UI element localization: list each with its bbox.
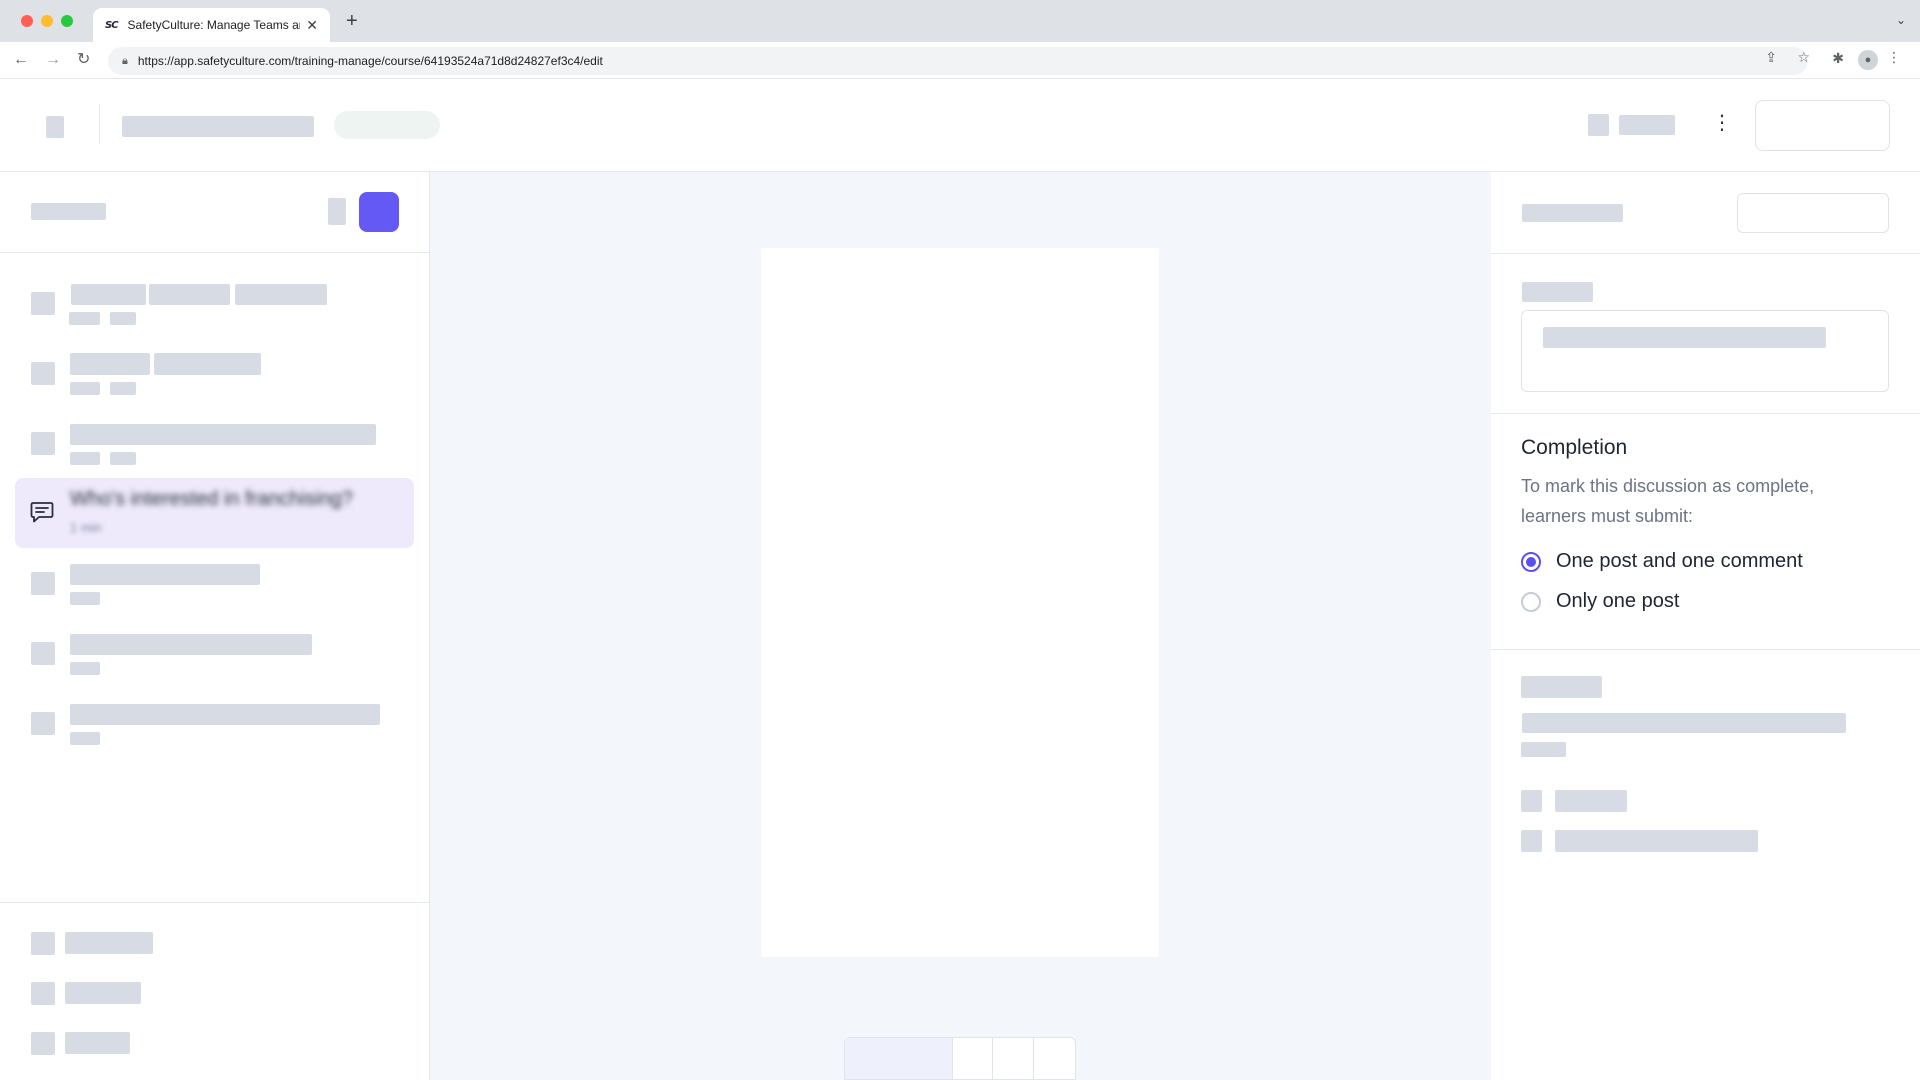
lock-icon[interactable]: 🔒︎	[122, 55, 128, 68]
settings-panel	[1491, 172, 1920, 1080]
publish-button[interactable]	[1755, 100, 1890, 151]
lesson-title-placeholder	[71, 284, 146, 305]
settings-divider	[1491, 649, 1920, 650]
more-options-kebab-icon[interactable]: ⋮	[1712, 109, 1732, 137]
footer-label-placeholder	[65, 1032, 130, 1054]
status-badge-placeholder	[334, 111, 440, 139]
footer-label-placeholder	[65, 932, 153, 954]
completion-option-one-post[interactable]: Only one post	[1521, 590, 1679, 613]
extensions-puzzle-icon[interactable]: ✱	[1832, 50, 1844, 67]
tab-close-icon[interactable]: ✕	[306, 17, 318, 34]
browser-tabstrip: SC SafetyCulture: Manage Teams and ... ✕…	[0, 0, 1920, 42]
lesson-meta-placeholder	[110, 452, 136, 465]
lesson-meta-placeholder	[70, 382, 100, 395]
lesson-meta-placeholder	[110, 382, 136, 395]
lesson-icon-placeholder	[31, 362, 55, 385]
radio-label: Only one post	[1556, 590, 1680, 612]
lesson-title-placeholder	[70, 634, 312, 655]
lesson-title-placeholder	[149, 284, 230, 305]
lesson-title-placeholder	[70, 704, 380, 725]
lesson-title-placeholder	[154, 353, 261, 375]
radio-label: One post and one comment	[1556, 550, 1803, 572]
settings-action-button[interactable]	[1737, 193, 1889, 233]
lesson-meta-placeholder	[69, 312, 100, 325]
settings-divider	[1491, 413, 1920, 414]
completion-option-post-and-comment[interactable]: One post and one comment	[1521, 550, 1803, 573]
lesson-icon-placeholder	[31, 642, 55, 665]
back-button-placeholder[interactable]	[46, 116, 64, 138]
checkbox-placeholder[interactable]	[1521, 830, 1542, 852]
profile-avatar-icon[interactable]: ●	[1858, 50, 1878, 70]
section-text-placeholder	[1521, 742, 1566, 757]
section-title-placeholder	[1521, 676, 1602, 698]
preview-label-placeholder[interactable]	[1619, 115, 1675, 135]
reload-icon[interactable]: ↻	[77, 50, 90, 70]
share-icon[interactable]: ⇪	[1765, 49, 1777, 66]
selected-item-duration: 1 min	[70, 520, 102, 535]
footer-icon-placeholder	[31, 932, 55, 955]
lesson-preview-card	[761, 248, 1159, 957]
address-url[interactable]: https://app.safetyculture.com/training-m…	[138, 54, 603, 68]
browser-tab-active[interactable]: SC SafetyCulture: Manage Teams and ... ✕	[93, 8, 330, 42]
browser-toolbar: ← → ↻ 🔒︎ https://app.safetyculture.com/t…	[0, 42, 1920, 79]
lesson-icon-placeholder	[31, 572, 55, 595]
outline-title-placeholder	[31, 203, 106, 220]
header-divider	[99, 104, 100, 144]
outline-menu-placeholder[interactable]	[328, 198, 346, 225]
forward-arrow-icon[interactable]: →	[45, 50, 61, 70]
field-label-placeholder	[1522, 282, 1593, 302]
lesson-icon-placeholder	[31, 432, 55, 455]
back-arrow-icon[interactable]: ←	[13, 50, 29, 70]
device-toggle-option[interactable]	[1034, 1038, 1075, 1079]
settings-title-placeholder	[1522, 204, 1623, 222]
device-toggle-active[interactable]	[845, 1038, 953, 1079]
window-maximize-button[interactable]	[61, 15, 73, 27]
course-title-placeholder	[122, 116, 314, 137]
lesson-title-placeholder	[70, 424, 376, 445]
footer-label-placeholder	[65, 982, 141, 1004]
browser-menu-kebab-icon[interactable]: ⋮	[1887, 49, 1901, 66]
new-tab-icon[interactable]: +	[346, 11, 358, 31]
window-close-button[interactable]	[21, 15, 33, 27]
lesson-title-placeholder	[235, 284, 327, 305]
footer-icon-placeholder	[31, 982, 55, 1005]
footer-icon-placeholder	[31, 1032, 55, 1055]
checkbox-label-placeholder	[1555, 790, 1627, 812]
selected-item-title: Who's interested in franchising?	[70, 488, 353, 510]
bookmark-star-icon[interactable]: ☆	[1797, 49, 1810, 66]
textarea-text-placeholder	[1543, 327, 1826, 348]
discussion-prompt-textarea[interactable]	[1521, 310, 1889, 392]
device-toggle-option[interactable]	[953, 1038, 994, 1079]
window-minimize-button[interactable]	[41, 15, 53, 27]
checkbox-label-placeholder	[1555, 830, 1758, 852]
tab-search-chevron-icon[interactable]: ⌄	[1896, 13, 1906, 27]
completion-description: To mark this discussion as complete, lea…	[1521, 476, 1815, 526]
lesson-meta-placeholder	[70, 452, 100, 465]
device-toggle-bar	[844, 1037, 1076, 1080]
address-bar[interactable]: 🔒︎ https://app.safetyculture.com/trainin…	[108, 47, 1808, 75]
lesson-meta-placeholder	[110, 312, 136, 325]
add-lesson-button[interactable]	[359, 192, 399, 232]
radio-unchecked[interactable]	[1521, 591, 1541, 612]
preview-icon-placeholder[interactable]	[1588, 114, 1609, 136]
outline-footer-divider	[0, 902, 430, 903]
radio-checked[interactable]	[1521, 551, 1541, 572]
checkbox-placeholder[interactable]	[1521, 790, 1542, 812]
completion-heading: Completion	[1521, 436, 1628, 459]
safetyculture-favicon-icon: SC	[105, 19, 119, 31]
lesson-meta-placeholder	[70, 662, 100, 675]
tab-title: SafetyCulture: Manage Teams and ...	[127, 18, 301, 32]
lesson-meta-placeholder	[70, 592, 100, 605]
lesson-title-placeholder	[70, 353, 150, 375]
lesson-icon-placeholder	[31, 292, 55, 315]
lesson-title-placeholder	[70, 564, 260, 585]
lesson-icon-placeholder	[31, 712, 55, 735]
device-toggle-option[interactable]	[993, 1038, 1035, 1079]
discussion-speech-bubble-icon	[30, 502, 54, 523]
lesson-meta-placeholder	[70, 732, 100, 745]
section-text-placeholder	[1522, 713, 1846, 733]
